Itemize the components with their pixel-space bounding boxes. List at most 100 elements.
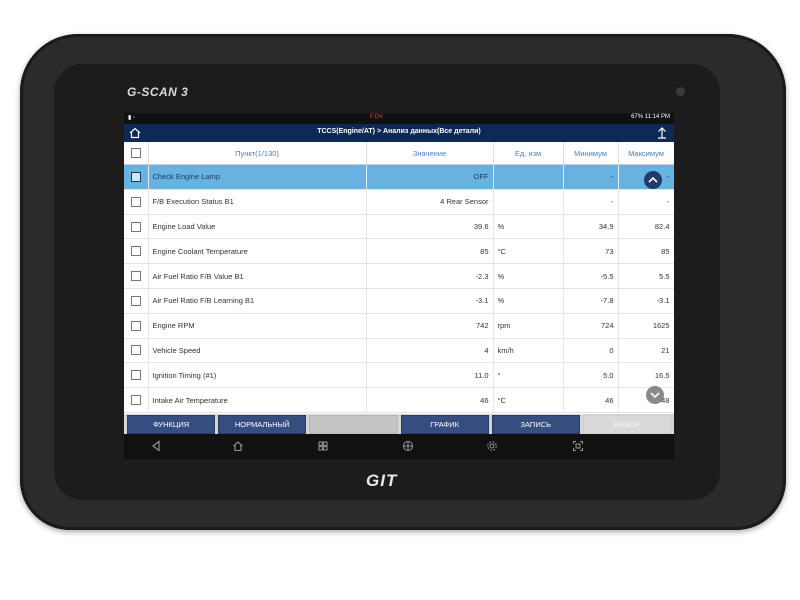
- parameter-unit: °C: [493, 238, 564, 265]
- parameter-name: Check Engine Lamp: [148, 164, 367, 190]
- parameter-value: 4 Rear Sensor: [366, 189, 494, 215]
- checkbox-icon[interactable]: [130, 171, 141, 182]
- checkbox-icon[interactable]: [130, 345, 141, 356]
- checkbox-icon[interactable]: [130, 221, 141, 232]
- android-nav-bar: [124, 434, 674, 459]
- row-checkbox[interactable]: [124, 288, 149, 314]
- parameter-unit: rpm: [493, 313, 564, 339]
- parameter-min: 46: [563, 387, 619, 413]
- scroll-down-button[interactable]: [646, 386, 664, 404]
- parameter-min: -5.5: [563, 263, 619, 289]
- scroll-up-button[interactable]: [644, 171, 662, 189]
- parameter-unit: km/h: [493, 338, 564, 364]
- column-header-unit[interactable]: Ед. изм: [493, 142, 564, 165]
- parameter-value: 85: [366, 238, 494, 265]
- status-bar: ▮ ◦ F.DV 67% 11:14 PM: [124, 113, 674, 124]
- row-checkbox[interactable]: [124, 214, 149, 240]
- parameter-name: F/B Execution Status B1: [148, 189, 367, 215]
- data-table: Пункт(1/130) Значение Ед. изм Минимум Ма…: [124, 142, 674, 413]
- apps-icon[interactable]: [317, 440, 329, 452]
- parameter-unit: %: [493, 263, 564, 289]
- notification-icon: ▮ ◦: [128, 115, 136, 121]
- checkbox-icon[interactable]: [130, 246, 141, 257]
- checkbox-icon[interactable]: [130, 395, 141, 406]
- select-all-checkbox[interactable]: [124, 142, 149, 165]
- row-checkbox[interactable]: [124, 238, 149, 265]
- status-badge: F.DV: [370, 114, 384, 120]
- parameter-min: -7.8: [563, 288, 619, 314]
- parameter-value: 46: [366, 387, 494, 413]
- parameter-name: Ignition Timing (#1): [148, 362, 367, 389]
- row-checkbox[interactable]: [124, 189, 149, 215]
- normal-mode-button[interactable]: НОРМАЛЬНЫЙ: [218, 414, 307, 434]
- table-row[interactable]: Intake Air Temperature 46 °C 46 48: [124, 387, 674, 413]
- parameter-value: 742: [366, 313, 494, 339]
- row-checkbox[interactable]: [124, 313, 149, 339]
- parameter-name: Vehicle Speed: [148, 338, 367, 364]
- parameter-name: Engine Coolant Temperature: [148, 238, 367, 265]
- function-button[interactable]: ФУНКЦИЯ: [127, 414, 216, 434]
- empty-button: [309, 414, 398, 434]
- device-brand-label: G-SCAN 3: [127, 85, 189, 99]
- parameter-min: 724: [563, 313, 619, 339]
- page-title: TCCS(Engine/AT) > Анализ данных(Все дета…: [317, 128, 481, 135]
- parameter-min: 5.0: [563, 362, 619, 389]
- table-row[interactable]: Vehicle Speed 4 km/h 0 21: [124, 338, 674, 364]
- screen: ▮ ◦ F.DV 67% 11:14 PM TCCS(Engine/AT) > …: [124, 113, 674, 459]
- column-header-min[interactable]: Минимум: [563, 142, 619, 165]
- table-body: Check Engine Lamp OFF - - F/B Execution Stat…: [124, 164, 674, 413]
- globe-icon[interactable]: [402, 440, 414, 452]
- parameter-unit: [493, 189, 564, 215]
- parameter-max: 21: [618, 338, 674, 364]
- parameter-max: 16.5: [618, 362, 674, 389]
- chevron-up-icon: [648, 176, 658, 183]
- table-row[interactable]: Check Engine Lamp OFF - -: [124, 164, 674, 190]
- select-button[interactable]: ВЫБОР: [582, 414, 672, 434]
- clock-battery: 67% 11:14 PM: [631, 114, 670, 120]
- parameter-name: Engine Load Value: [148, 214, 367, 240]
- row-checkbox[interactable]: [124, 164, 149, 190]
- parameter-name: Engine RPM: [148, 313, 367, 339]
- upload-icon[interactable]: [656, 126, 668, 140]
- row-checkbox[interactable]: [124, 338, 149, 364]
- checkbox-icon[interactable]: [130, 320, 141, 331]
- parameter-name: Air Fuel Ratio F/B Value B1: [148, 263, 367, 289]
- checkbox-icon[interactable]: [130, 196, 141, 207]
- camera-icon: [676, 87, 685, 96]
- graph-button[interactable]: ГРАФИК: [400, 414, 489, 434]
- table-row[interactable]: Engine Load Value 39.6% 34.9 82.4: [124, 214, 674, 240]
- screenshot-icon[interactable]: [572, 440, 584, 452]
- table-row[interactable]: Ignition Timing (#1) 11.0 ° 5.0 16.5: [124, 362, 674, 389]
- column-header-max[interactable]: Максимум: [618, 142, 674, 165]
- chevron-down-icon: [650, 392, 660, 399]
- table-row[interactable]: Engine Coolant Temperature 85 °C 73 85: [124, 238, 674, 265]
- checkbox-icon[interactable]: [130, 271, 141, 282]
- parameter-min: 0: [563, 338, 619, 364]
- table-row[interactable]: Air Fuel Ratio F/B Learning B1 -3.1% -7.8-…: [124, 288, 674, 314]
- checkbox-icon[interactable]: [130, 295, 141, 306]
- table-row[interactable]: Air Fuel Ratio F/B Value B1 -2.3% -5.5 5.5: [124, 263, 674, 289]
- parameter-max: 82.4: [618, 214, 674, 240]
- parameter-name: Air Fuel Ratio F/B Learning B1: [148, 288, 367, 314]
- table-row[interactable]: Engine RPM 742 rpm 724 1625: [124, 313, 674, 339]
- parameter-min: -: [563, 164, 619, 190]
- table-row[interactable]: F/B Execution Status B1 4 Rear Sensor - -: [124, 189, 674, 215]
- parameter-value: OFF: [366, 164, 494, 190]
- row-checkbox[interactable]: [124, 387, 149, 413]
- column-header-value[interactable]: Значение: [366, 142, 494, 165]
- maker-logo: GIT: [366, 471, 398, 490]
- parameter-name: Intake Air Temperature: [148, 387, 367, 413]
- column-header-item[interactable]: Пункт(1/130): [148, 142, 367, 165]
- back-icon[interactable]: [150, 440, 162, 452]
- row-checkbox[interactable]: [124, 263, 149, 289]
- parameter-unit: %: [493, 214, 564, 240]
- home-nav-icon[interactable]: [232, 440, 244, 452]
- parameter-unit: %: [493, 288, 564, 314]
- row-checkbox[interactable]: [124, 362, 149, 389]
- record-button[interactable]: ЗАПИСЬ: [491, 414, 580, 434]
- parameter-min: 34.9: [563, 214, 619, 240]
- parameter-value: 11.0: [366, 362, 494, 389]
- gear-icon[interactable]: [486, 440, 498, 452]
- checkbox-icon[interactable]: [130, 370, 141, 381]
- parameter-min: -: [563, 189, 619, 215]
